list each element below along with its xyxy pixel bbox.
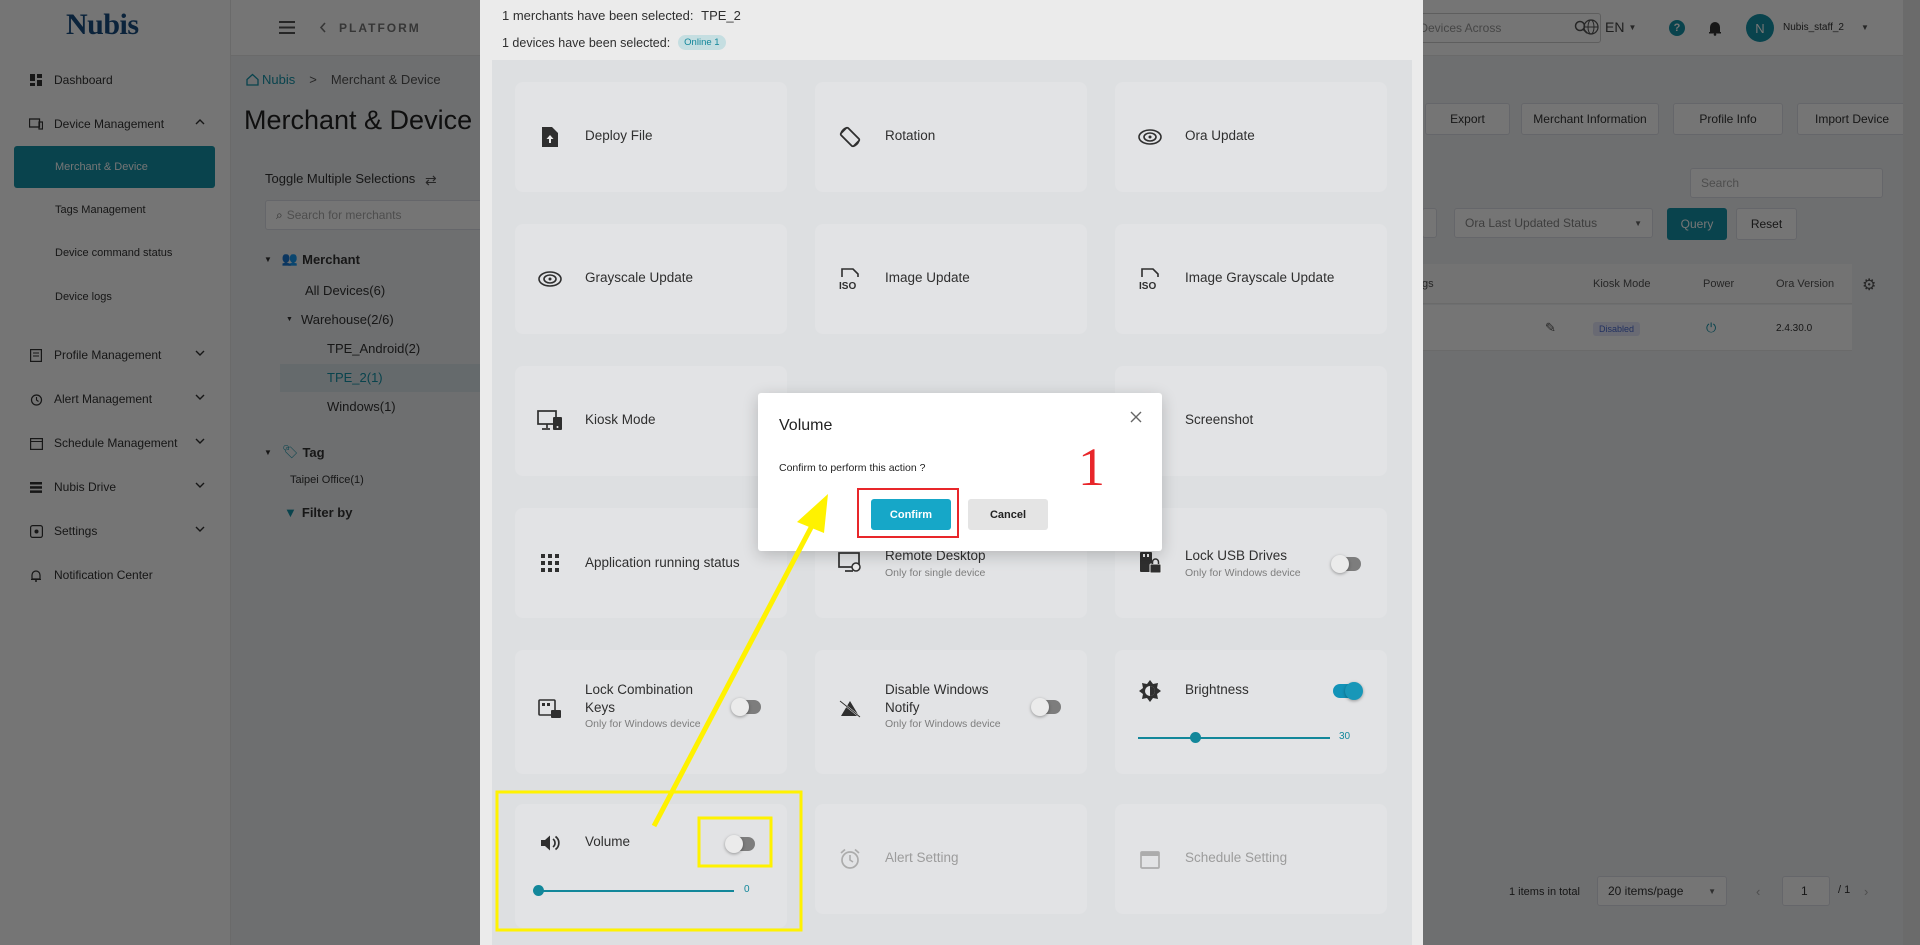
- arrow-head-icon: [797, 494, 828, 533]
- confirm-button-highlight: [857, 488, 959, 538]
- step-number-marker: 1: [1078, 437, 1105, 497]
- arrow-line: [651, 518, 818, 828]
- tutorial-annotation-layer: [495, 488, 959, 932]
- volume-card-highlight: [495, 790, 803, 932]
- volume-toggle-highlight: [697, 816, 773, 868]
